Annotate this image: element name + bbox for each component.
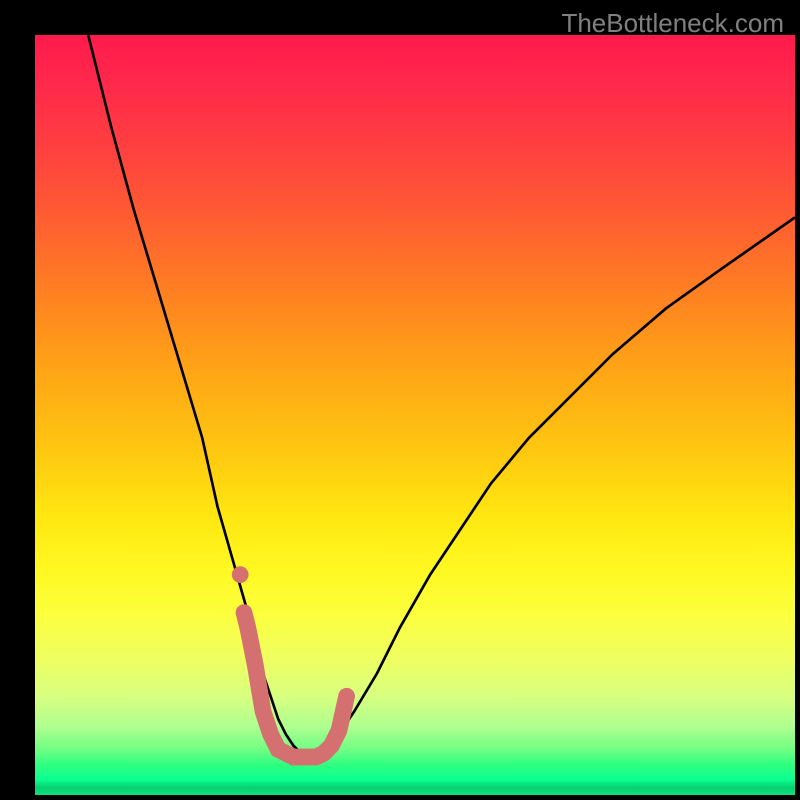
highlight-dot xyxy=(232,566,249,583)
bottleneck-curve xyxy=(88,35,795,757)
highlight-band xyxy=(244,613,347,757)
plot-area xyxy=(35,35,795,795)
watermark-text: TheBottleneck.com xyxy=(561,8,784,39)
curve-layer xyxy=(35,35,795,795)
chart-canvas: TheBottleneck.com xyxy=(0,0,800,800)
